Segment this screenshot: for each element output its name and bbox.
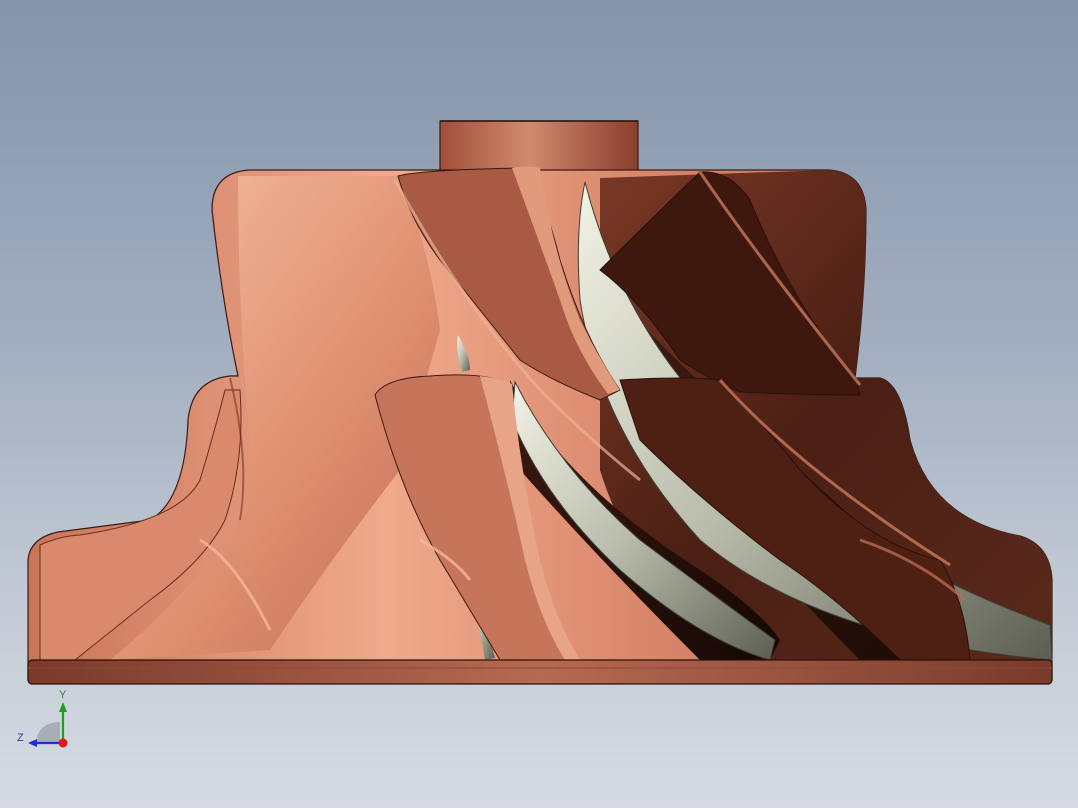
y-axis-arrow (59, 702, 67, 712)
triad-y-label: Y (59, 689, 67, 701)
impeller-model[interactable] (0, 0, 1078, 808)
z-axis-arrow (28, 739, 37, 747)
orientation-triad[interactable] (10, 686, 80, 756)
triad-z-label: Z (17, 732, 24, 744)
triad-plane (36, 722, 60, 743)
graphics-viewport[interactable]: Y Z (0, 0, 1078, 808)
impeller-base (27, 659, 1053, 685)
x-axis-dot (58, 738, 68, 748)
